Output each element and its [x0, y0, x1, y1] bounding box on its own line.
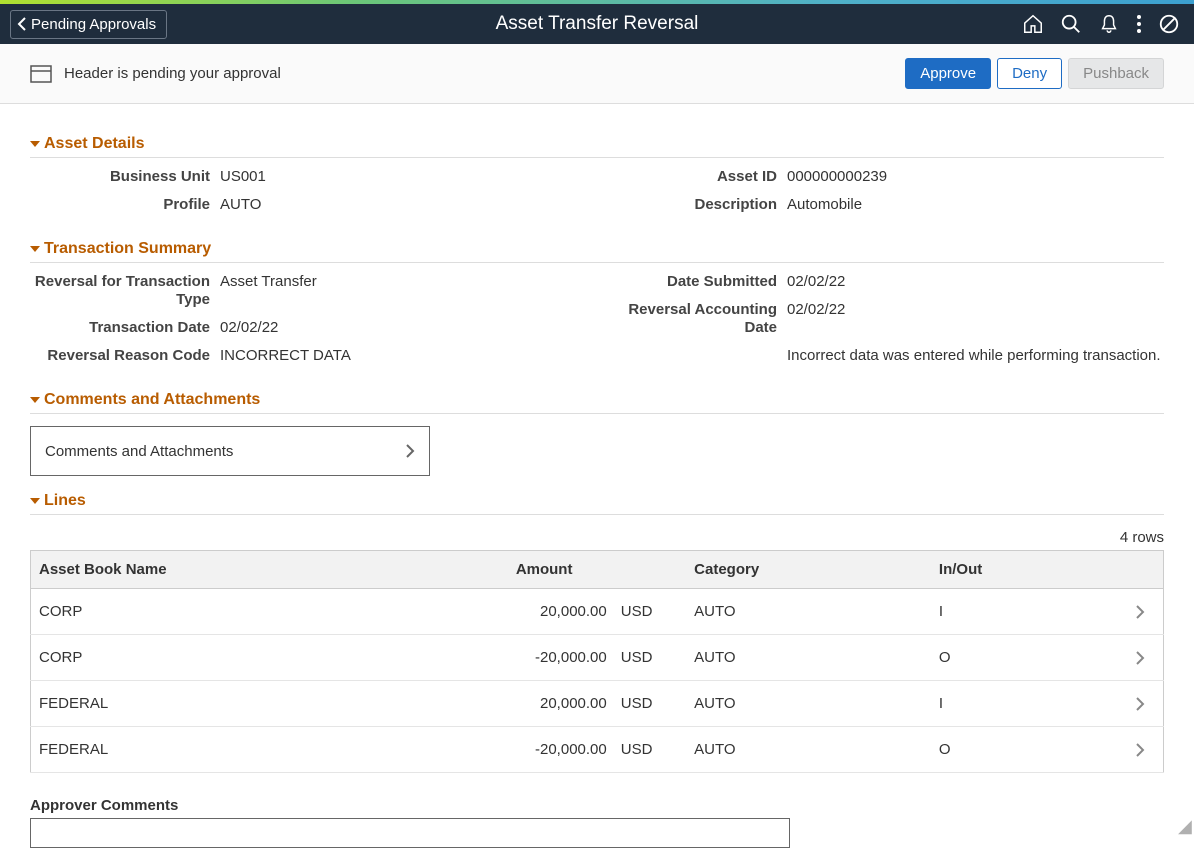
cell-in-out: O	[931, 635, 1127, 681]
description-label: Description	[597, 196, 777, 214]
comments-attachments-title: Comments and Attachments	[44, 391, 260, 409]
search-icon[interactable]	[1060, 13, 1082, 35]
chevron-right-icon	[1135, 651, 1145, 665]
date-submitted-value: 02/02/22	[787, 273, 1164, 290]
collapse-icon	[30, 140, 40, 148]
lines-row-count: 4 rows	[30, 529, 1164, 546]
asset-id-label: Asset ID	[597, 168, 777, 186]
reason-desc: Incorrect data was entered while perform…	[787, 347, 1164, 364]
page-title: Asset Transfer Reversal	[496, 13, 699, 35]
main-content: Asset Details Business Unit US001 Profil…	[0, 104, 1194, 864]
back-button[interactable]: Pending Approvals	[10, 10, 167, 39]
section-transaction-summary[interactable]: Transaction Summary	[30, 234, 1164, 263]
cell-amount: -20,000.00	[508, 635, 613, 681]
approval-message: Header is pending your approval	[64, 65, 281, 82]
cell-currency: USD	[613, 681, 686, 727]
txn-date-value: 02/02/22	[220, 319, 597, 336]
chevron-right-icon	[1135, 605, 1145, 619]
lines-table: Asset Book Name Amount Category In/Out C…	[30, 550, 1164, 773]
cell-amount: -20,000.00	[508, 727, 613, 773]
profile-value: AUTO	[220, 196, 597, 213]
collapse-icon	[30, 245, 40, 253]
denied-icon[interactable]	[1158, 13, 1180, 35]
accounting-date-value: 02/02/22	[787, 301, 1164, 318]
approver-comments-input[interactable]	[30, 818, 790, 848]
business-unit-label: Business Unit	[30, 168, 210, 186]
cell-book-name: FEDERAL	[31, 727, 508, 773]
cell-category: AUTO	[686, 635, 931, 681]
asset-details-title: Asset Details	[44, 135, 145, 153]
home-icon[interactable]	[1022, 13, 1044, 35]
collapse-icon	[30, 497, 40, 505]
cell-amount: 20,000.00	[508, 681, 613, 727]
cell-currency: USD	[613, 635, 686, 681]
table-row[interactable]: CORP20,000.00USDAUTOI	[31, 589, 1164, 635]
section-comments-attachments[interactable]: Comments and Attachments	[30, 385, 1164, 414]
approve-button[interactable]: Approve	[905, 58, 991, 89]
col-category: Category	[686, 551, 931, 589]
cell-in-out: O	[931, 727, 1127, 773]
section-asset-details[interactable]: Asset Details	[30, 129, 1164, 158]
cell-currency: USD	[613, 589, 686, 635]
app-header: Pending Approvals Asset Transfer Reversa…	[0, 4, 1194, 44]
transaction-summary-title: Transaction Summary	[44, 240, 211, 258]
row-drilldown[interactable]	[1127, 727, 1164, 773]
cell-book-name: CORP	[31, 635, 508, 681]
row-drilldown[interactable]	[1127, 681, 1164, 727]
chevron-right-icon	[405, 444, 415, 458]
cell-book-name: FEDERAL	[31, 681, 508, 727]
profile-label: Profile	[30, 196, 210, 214]
business-unit-value: US001	[220, 168, 597, 185]
approver-comments-label: Approver Comments	[30, 797, 1164, 814]
col-amount: Amount	[508, 551, 686, 589]
reversal-type-value: Asset Transfer	[220, 273, 597, 290]
col-book-name: Asset Book Name	[31, 551, 508, 589]
cell-category: AUTO	[686, 589, 931, 635]
chevron-right-icon	[1135, 743, 1145, 757]
cell-category: AUTO	[686, 681, 931, 727]
cell-in-out: I	[931, 589, 1127, 635]
notifications-icon[interactable]	[1098, 13, 1120, 35]
description-value: Automobile	[787, 196, 1164, 213]
asset-id-value: 000000000239	[787, 168, 1164, 185]
collapse-icon	[30, 396, 40, 404]
section-lines[interactable]: Lines	[30, 486, 1164, 515]
sub-header: Header is pending your approval Approve …	[0, 44, 1194, 104]
cell-in-out: I	[931, 681, 1127, 727]
cell-category: AUTO	[686, 727, 931, 773]
reason-code-value: INCORRECT DATA	[220, 347, 597, 364]
txn-date-label: Transaction Date	[30, 319, 210, 337]
pushback-button: Pushback	[1068, 58, 1164, 89]
cell-currency: USD	[613, 727, 686, 773]
reason-code-label: Reversal Reason Code	[30, 347, 210, 365]
chevron-left-icon	[17, 17, 27, 31]
col-in-out: In/Out	[931, 551, 1127, 589]
cell-book-name: CORP	[31, 589, 508, 635]
accounting-date-label: Reversal Accounting Date	[597, 301, 777, 337]
table-row[interactable]: CORP-20,000.00USDAUTOO	[31, 635, 1164, 681]
table-row[interactable]: FEDERAL-20,000.00USDAUTOO	[31, 727, 1164, 773]
table-row[interactable]: FEDERAL20,000.00USDAUTOI	[31, 681, 1164, 727]
reversal-type-label: Reversal for Transaction Type	[30, 273, 210, 309]
window-icon	[30, 65, 52, 83]
lines-title: Lines	[44, 492, 86, 510]
cell-amount: 20,000.00	[508, 589, 613, 635]
back-label: Pending Approvals	[31, 16, 156, 33]
comments-attachments-box[interactable]: Comments and Attachments	[30, 426, 430, 476]
menu-dots-icon[interactable]	[1136, 13, 1142, 35]
date-submitted-label: Date Submitted	[597, 273, 777, 291]
ca-box-label: Comments and Attachments	[45, 443, 233, 460]
deny-button[interactable]: Deny	[997, 58, 1062, 89]
row-drilldown[interactable]	[1127, 589, 1164, 635]
row-drilldown[interactable]	[1127, 635, 1164, 681]
chevron-right-icon	[1135, 697, 1145, 711]
resize-handle-icon[interactable]: ◢	[1178, 818, 1194, 834]
